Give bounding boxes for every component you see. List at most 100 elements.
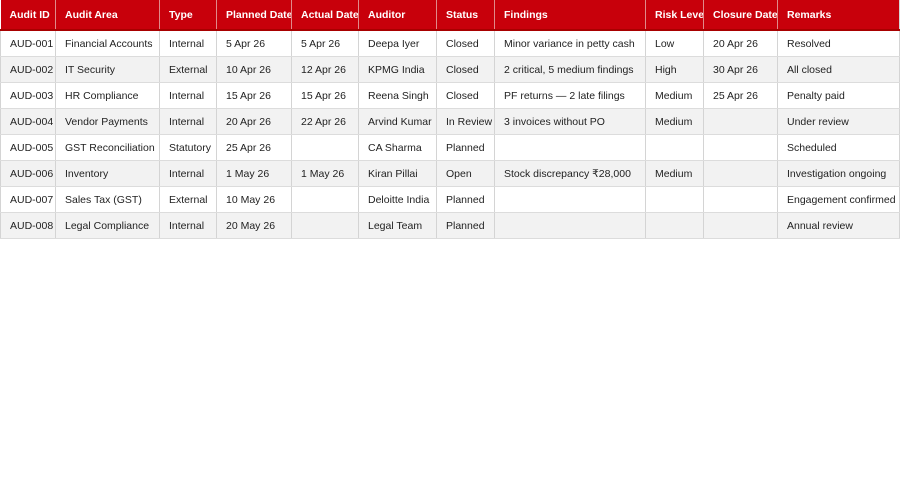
planned-date-cell[interactable]: 10 Apr 26 bbox=[216, 56, 292, 83]
actual-date-cell[interactable] bbox=[291, 134, 359, 161]
column-header-audit-area[interactable]: Audit Area bbox=[55, 0, 160, 31]
planned-date-cell[interactable]: 20 May 26 bbox=[216, 212, 292, 239]
audit-id-cell[interactable]: AUD-008 bbox=[0, 212, 56, 239]
risk-level-cell[interactable]: Medium bbox=[645, 82, 704, 109]
type-cell[interactable]: External bbox=[159, 186, 217, 213]
table-row[interactable]: AUD-008 Legal Compliance Internal 20 May 26… bbox=[0, 212, 900, 239]
audit-id-cell[interactable]: AUD-002 bbox=[0, 56, 56, 83]
audit-id-cell[interactable]: AUD-005 bbox=[0, 134, 56, 161]
planned-date-cell[interactable]: 20 Apr 26 bbox=[216, 108, 292, 135]
findings-cell[interactable]: PF returns — 2 late filings bbox=[494, 82, 646, 109]
risk-level-cell[interactable] bbox=[645, 212, 704, 239]
column-header-findings[interactable]: Findings bbox=[494, 0, 646, 31]
remarks-cell[interactable]: Scheduled bbox=[777, 134, 900, 161]
remarks-cell[interactable]: Investigation ongoing bbox=[777, 160, 900, 187]
type-cell[interactable]: Internal bbox=[159, 108, 217, 135]
status-cell[interactable]: In Review bbox=[436, 108, 495, 135]
audit-area-cell[interactable]: Inventory bbox=[55, 160, 160, 187]
findings-cell[interactable] bbox=[494, 186, 646, 213]
remarks-cell[interactable]: Resolved bbox=[777, 30, 900, 57]
closure-date-cell[interactable] bbox=[703, 108, 778, 135]
findings-cell[interactable] bbox=[494, 134, 646, 161]
closure-date-cell[interactable] bbox=[703, 186, 778, 213]
table-row[interactable]: AUD-001 Financial Accounts Internal 5 Apr 2… bbox=[0, 30, 900, 57]
remarks-cell[interactable]: Under review bbox=[777, 108, 900, 135]
findings-cell[interactable]: Minor variance in petty cash bbox=[494, 30, 646, 57]
auditor-cell[interactable]: Legal Team bbox=[358, 212, 437, 239]
column-header-planned-date[interactable]: Planned Date bbox=[216, 0, 292, 31]
audit-area-cell[interactable]: Financial Accounts bbox=[55, 30, 160, 57]
actual-date-cell[interactable] bbox=[291, 186, 359, 213]
auditor-cell[interactable]: Deloitte India bbox=[358, 186, 437, 213]
audit-area-cell[interactable]: Sales Tax (GST) bbox=[55, 186, 160, 213]
remarks-cell[interactable]: Penalty paid bbox=[777, 82, 900, 109]
table-row[interactable]: AUD-006 Inventory Internal 1 May 26 1 May 26… bbox=[0, 160, 900, 187]
risk-level-cell[interactable] bbox=[645, 186, 704, 213]
type-cell[interactable]: Internal bbox=[159, 82, 217, 109]
audit-id-cell[interactable]: AUD-003 bbox=[0, 82, 56, 109]
column-header-status[interactable]: Status bbox=[436, 0, 495, 31]
auditor-cell[interactable]: Reena Singh bbox=[358, 82, 437, 109]
risk-level-cell[interactable]: Medium bbox=[645, 160, 704, 187]
closure-date-cell[interactable] bbox=[703, 134, 778, 161]
table-row[interactable]: AUD-005 GST Reconciliation Statutory 25 Apr… bbox=[0, 134, 900, 161]
audit-id-cell[interactable]: AUD-004 bbox=[0, 108, 56, 135]
status-cell[interactable]: Closed bbox=[436, 30, 495, 57]
auditor-cell[interactable]: Deepa Iyer bbox=[358, 30, 437, 57]
closure-date-cell[interactable]: 30 Apr 26 bbox=[703, 56, 778, 83]
auditor-cell[interactable]: Arvind Kumar bbox=[358, 108, 437, 135]
findings-cell[interactable]: 3 invoices without PO bbox=[494, 108, 646, 135]
table-row[interactable]: AUD-003 HR Compliance Internal 15 Apr 26 15 … bbox=[0, 82, 900, 109]
remarks-cell[interactable]: Annual review bbox=[777, 212, 900, 239]
column-header-closure-date[interactable]: Closure Date bbox=[703, 0, 778, 31]
planned-date-cell[interactable]: 15 Apr 26 bbox=[216, 82, 292, 109]
auditor-cell[interactable]: Kiran Pillai bbox=[358, 160, 437, 187]
findings-cell[interactable]: 2 critical, 5 medium findings bbox=[494, 56, 646, 83]
findings-cell[interactable]: Stock discrepancy ₹28,000 bbox=[494, 160, 646, 187]
status-cell[interactable]: Planned bbox=[436, 212, 495, 239]
actual-date-cell[interactable] bbox=[291, 212, 359, 239]
remarks-cell[interactable]: Engagement confirmed bbox=[777, 186, 900, 213]
column-header-risk-level[interactable]: Risk Level bbox=[645, 0, 704, 31]
table-row[interactable]: AUD-007 Sales Tax (GST) External 10 May 26 D… bbox=[0, 186, 900, 213]
type-cell[interactable]: External bbox=[159, 56, 217, 83]
closure-date-cell[interactable] bbox=[703, 212, 778, 239]
findings-cell[interactable] bbox=[494, 212, 646, 239]
risk-level-cell[interactable]: Low bbox=[645, 30, 704, 57]
risk-level-cell[interactable] bbox=[645, 134, 704, 161]
closure-date-cell[interactable]: 25 Apr 26 bbox=[703, 82, 778, 109]
planned-date-cell[interactable]: 1 May 26 bbox=[216, 160, 292, 187]
type-cell[interactable]: Statutory bbox=[159, 134, 217, 161]
audit-id-cell[interactable]: AUD-006 bbox=[0, 160, 56, 187]
audit-id-cell[interactable]: AUD-007 bbox=[0, 186, 56, 213]
column-header-type[interactable]: Type bbox=[159, 0, 217, 31]
actual-date-cell[interactable]: 1 May 26 bbox=[291, 160, 359, 187]
column-header-auditor[interactable]: Auditor bbox=[358, 0, 437, 31]
risk-level-cell[interactable]: High bbox=[645, 56, 704, 83]
remarks-cell[interactable]: All closed bbox=[777, 56, 900, 83]
column-header-actual-date[interactable]: Actual Date bbox=[291, 0, 359, 31]
auditor-cell[interactable]: KPMG India bbox=[358, 56, 437, 83]
type-cell[interactable]: Internal bbox=[159, 160, 217, 187]
type-cell[interactable]: Internal bbox=[159, 212, 217, 239]
audit-area-cell[interactable]: HR Compliance bbox=[55, 82, 160, 109]
closure-date-cell[interactable] bbox=[703, 160, 778, 187]
planned-date-cell[interactable]: 25 Apr 26 bbox=[216, 134, 292, 161]
planned-date-cell[interactable]: 10 May 26 bbox=[216, 186, 292, 213]
type-cell[interactable]: Internal bbox=[159, 30, 217, 57]
actual-date-cell[interactable]: 12 Apr 26 bbox=[291, 56, 359, 83]
planned-date-cell[interactable]: 5 Apr 26 bbox=[216, 30, 292, 57]
table-row[interactable]: AUD-002 IT Security External 10 Apr 26 12 Ap… bbox=[0, 56, 900, 83]
status-cell[interactable]: Planned bbox=[436, 186, 495, 213]
status-cell[interactable]: Closed bbox=[436, 82, 495, 109]
closure-date-cell[interactable]: 20 Apr 26 bbox=[703, 30, 778, 57]
risk-level-cell[interactable]: Medium bbox=[645, 108, 704, 135]
audit-area-cell[interactable]: IT Security bbox=[55, 56, 160, 83]
status-cell[interactable]: Planned bbox=[436, 134, 495, 161]
status-cell[interactable]: Open bbox=[436, 160, 495, 187]
audit-area-cell[interactable]: Legal Compliance bbox=[55, 212, 160, 239]
status-cell[interactable]: Closed bbox=[436, 56, 495, 83]
actual-date-cell[interactable]: 15 Apr 26 bbox=[291, 82, 359, 109]
audit-area-cell[interactable]: Vendor Payments bbox=[55, 108, 160, 135]
column-header-remarks[interactable]: Remarks bbox=[777, 0, 900, 31]
